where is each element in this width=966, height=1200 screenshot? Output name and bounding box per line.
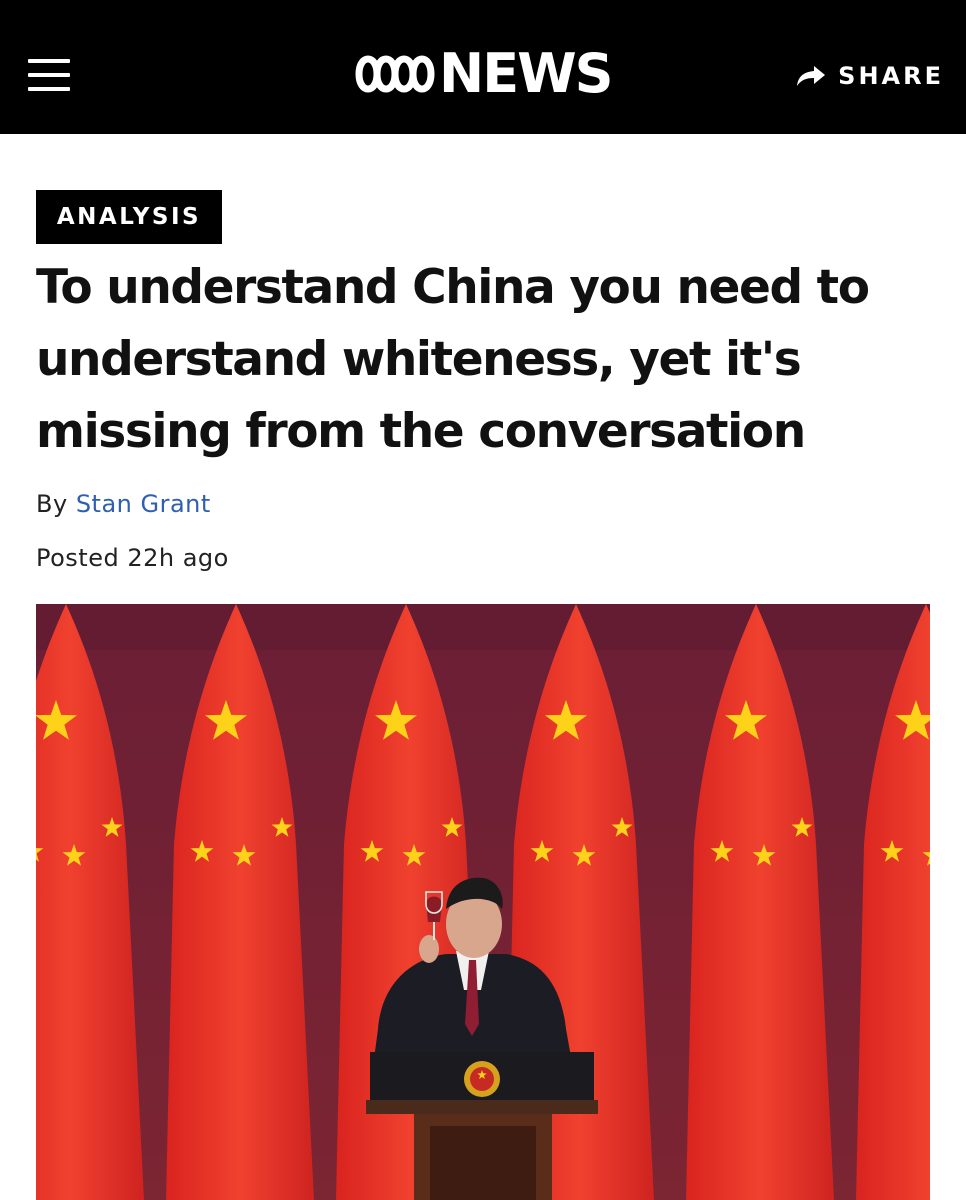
hero-photo[interactable] xyxy=(36,604,930,1200)
byline: By Stan Grant xyxy=(36,490,211,518)
top-navigation-bar: NEWS SHARE xyxy=(0,0,966,134)
abc-lissajous-logo-icon xyxy=(355,55,435,93)
share-button[interactable]: SHARE xyxy=(796,56,944,96)
share-arrow-icon xyxy=(797,66,826,86)
abc-news-logo[interactable]: NEWS xyxy=(355,42,614,105)
logo-news-text: NEWS xyxy=(439,42,614,105)
share-label: SHARE xyxy=(838,62,944,90)
category-badge[interactable]: ANALYSIS xyxy=(36,190,222,244)
hero-photo-illustration xyxy=(36,604,930,1200)
hamburger-menu-icon[interactable] xyxy=(26,52,72,98)
article-headline: To understand China you need to understa… xyxy=(36,260,870,459)
posted-timestamp: Posted 22h ago xyxy=(36,544,229,572)
byline-prefix: By xyxy=(36,490,68,518)
author-link[interactable]: Stan Grant xyxy=(76,490,211,518)
